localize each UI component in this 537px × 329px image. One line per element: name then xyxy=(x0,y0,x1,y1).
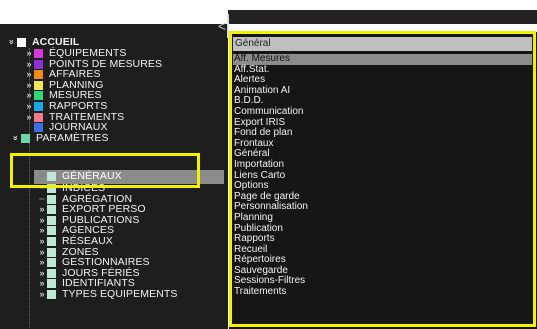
color-square-icon xyxy=(47,257,56,267)
collapse-chevron-icon[interactable]: » xyxy=(10,133,22,143)
color-square-icon xyxy=(47,236,56,246)
app-window: < » ACCUEIL» ÉQUIPEMENTS» POINTS DE MESURES… xyxy=(0,0,537,329)
highlight-box-panel xyxy=(229,31,536,327)
expand-chevron-icon[interactable]: » xyxy=(37,288,47,300)
color-square-icon xyxy=(34,122,43,132)
color-square-icon xyxy=(21,133,30,143)
color-square-icon xyxy=(34,48,43,58)
tree-item-8[interactable]: » PARAMÈTRES xyxy=(11,132,109,144)
tree-item-label: PARAMÈTRES xyxy=(36,132,109,144)
color-square-icon xyxy=(34,90,43,100)
color-square-icon xyxy=(34,101,43,111)
color-square-icon xyxy=(47,278,56,288)
top-bar-left xyxy=(0,10,228,24)
highlight-box-parametres xyxy=(10,153,200,188)
color-square-icon xyxy=(47,225,56,235)
color-square-icon xyxy=(34,69,43,79)
top-bar-right xyxy=(228,10,537,24)
tree-subitem-11[interactable]: » TYPES EQUIPEMENTS xyxy=(37,288,177,300)
color-square-icon xyxy=(17,37,26,47)
tree-item-label: TYPES EQUIPEMENTS xyxy=(62,288,178,300)
collapse-chevron-icon[interactable]: » xyxy=(6,37,18,47)
color-square-icon xyxy=(47,204,56,214)
color-square-icon xyxy=(47,289,56,299)
